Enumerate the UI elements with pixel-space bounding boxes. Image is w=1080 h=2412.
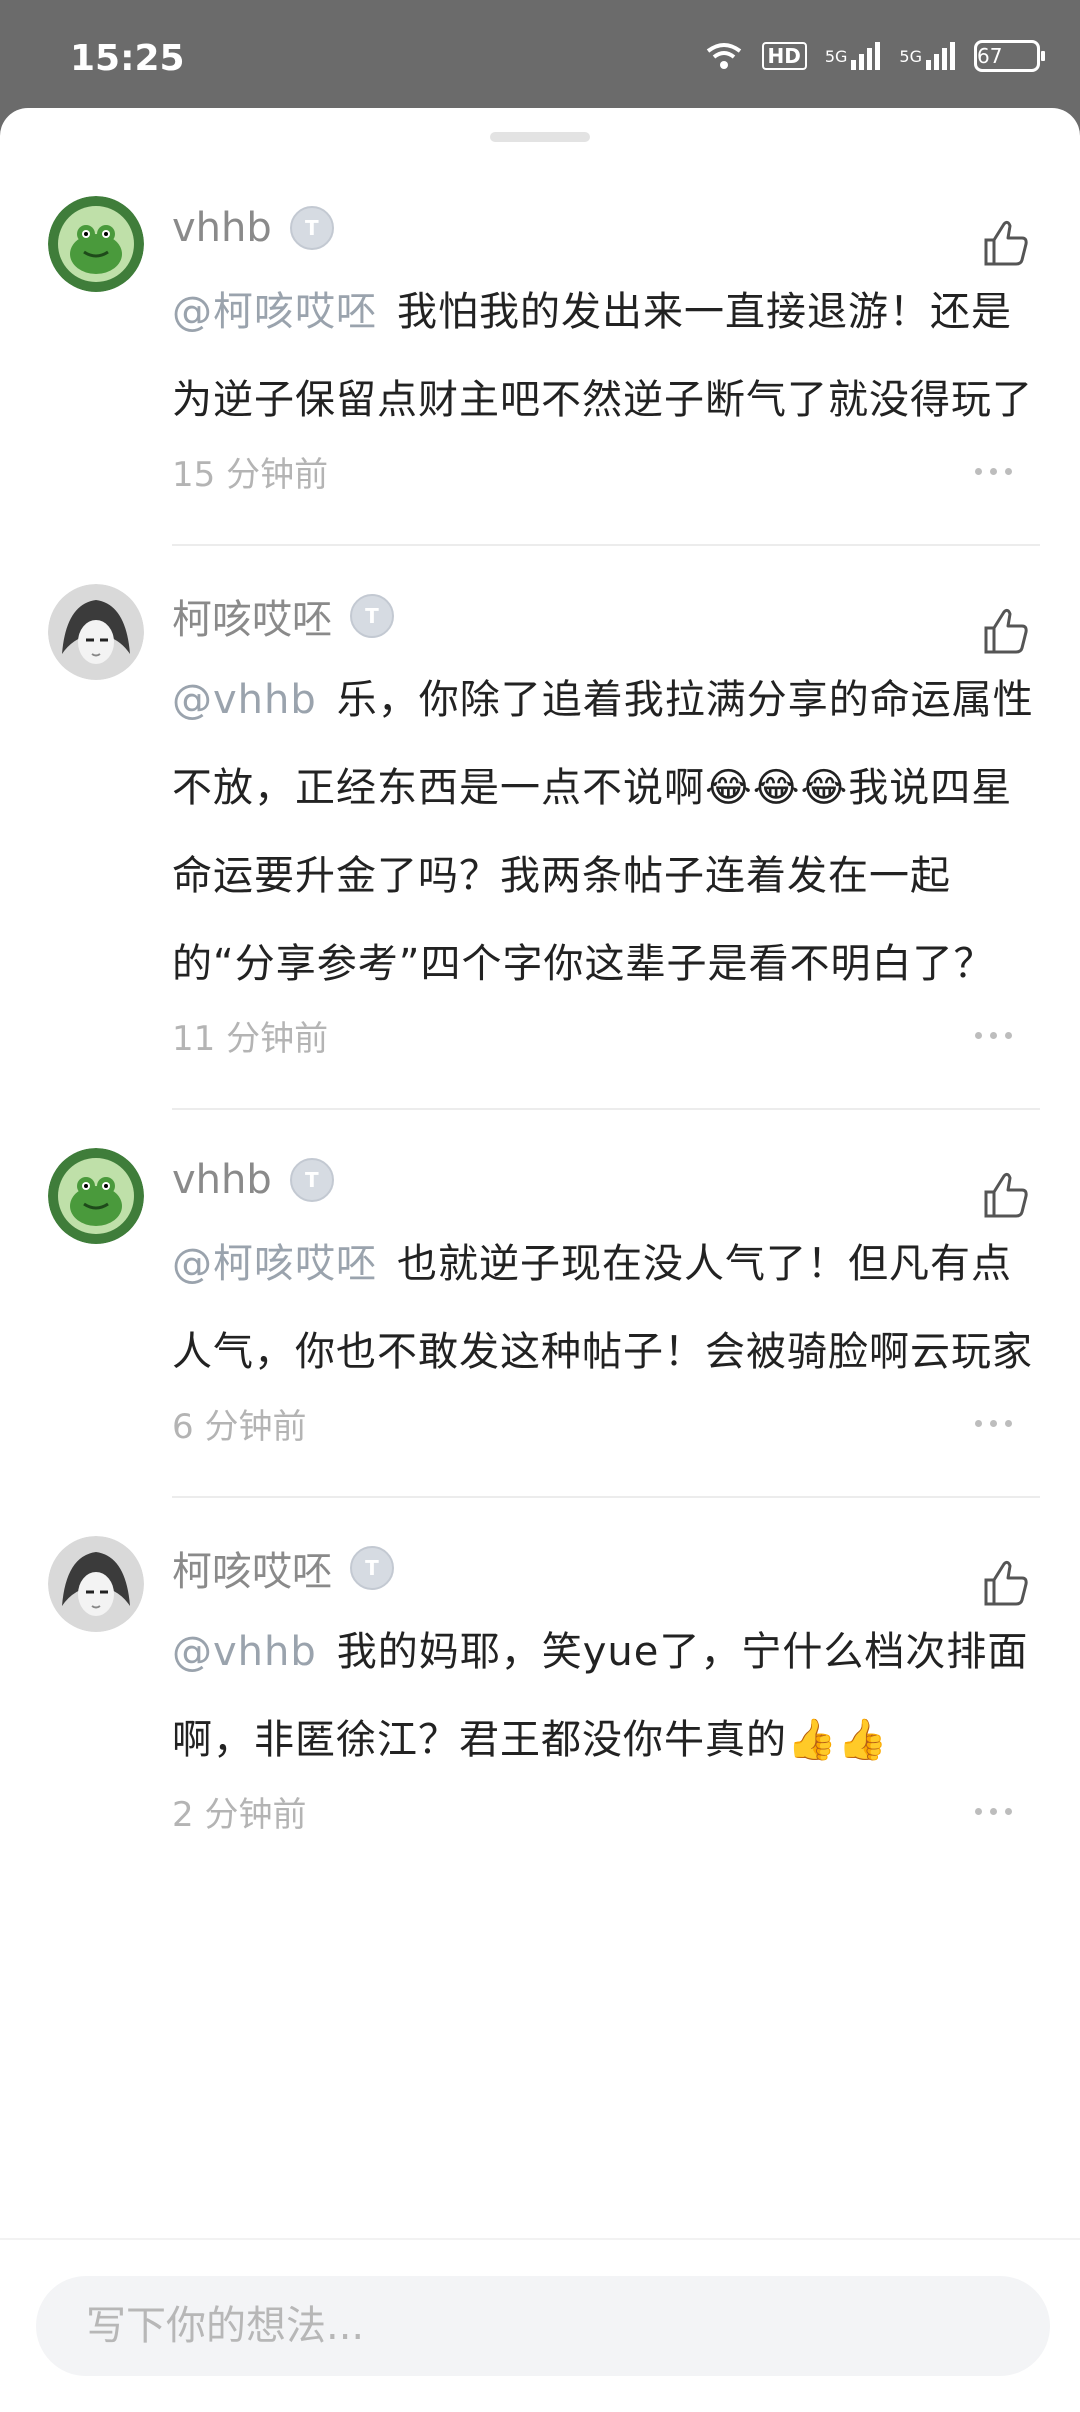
username[interactable]: 柯咳哎呸 bbox=[172, 1539, 332, 1597]
divider bbox=[172, 1108, 1040, 1110]
thumbs-up-icon[interactable] bbox=[978, 216, 1032, 270]
comment-header: 柯咳哎呸 T bbox=[172, 1528, 1040, 1608]
comment-list: vhhb T @柯咳哎呸 我怕我的发出来一直接退游！还是为逆子保留点财主吧不然逆子… bbox=[0, 188, 1080, 1844]
more-options-icon[interactable] bbox=[975, 1419, 1012, 1427]
mention-link[interactable]: @vhhb bbox=[172, 1629, 317, 1675]
anime-girl-avatar-icon bbox=[48, 584, 144, 680]
more-options-icon[interactable] bbox=[975, 467, 1012, 475]
timestamp: 11 分钟前 bbox=[172, 1018, 329, 1059]
comment-item: 柯咳哎呸 T @vhhb 我的妈耶，笑yue了，宁什么档次排面啊，非匿徐江？君王都… bbox=[0, 1528, 1080, 1844]
green-frog-avatar-icon bbox=[48, 1148, 144, 1244]
level-badge: T bbox=[350, 1546, 394, 1590]
username[interactable]: vhhb bbox=[172, 205, 272, 251]
comment-composer bbox=[0, 2240, 1080, 2412]
battery-icon: 67 bbox=[974, 40, 1045, 72]
divider bbox=[172, 544, 1040, 546]
comment-meta: 11 分钟前 bbox=[172, 1002, 1040, 1068]
comment-item: 柯咳哎呸 T @vhhb 乐，你除了追着我拉满分享的命运属性不放，正经东西是一点不… bbox=[0, 576, 1080, 1110]
comment-content: @vhhb 我的妈耶，笑yue了，宁什么档次排面啊，非匿徐江？君王都没你牛真的👍👍 bbox=[172, 1608, 1040, 1784]
level-badge: T bbox=[350, 594, 394, 638]
mention-link[interactable]: @vhhb bbox=[172, 677, 317, 723]
thumbs-up-icon[interactable] bbox=[978, 604, 1032, 658]
status-bar: 15:25 HD 5G 5G 67 bbox=[0, 0, 1080, 120]
comment-meta: 15 分钟前 bbox=[172, 438, 1040, 504]
drag-handle[interactable] bbox=[490, 132, 590, 142]
signal-icon-2: 5G bbox=[899, 42, 956, 70]
signal-icon-1: 5G bbox=[825, 42, 882, 70]
timestamp: 2 分钟前 bbox=[172, 1794, 307, 1835]
comment-item: vhhb T @柯咳哎呸 我怕我的发出来一直接退游！还是为逆子保留点财主吧不然逆子… bbox=[0, 188, 1080, 546]
avatar[interactable] bbox=[48, 1148, 144, 1244]
comment-content: @柯咳哎呸 我怕我的发出来一直接退游！还是为逆子保留点财主吧不然逆子断气了就没得玩… bbox=[172, 268, 1040, 444]
comment-input[interactable] bbox=[36, 2276, 1050, 2376]
comment-content: @vhhb 乐，你除了追着我拉满分享的命运属性不放，正经东西是一点不说啊😂😂😂我说… bbox=[172, 656, 1040, 1008]
comment-meta: 6 分钟前 bbox=[172, 1390, 1040, 1456]
hd-voice-icon: HD bbox=[761, 42, 807, 70]
username[interactable]: vhhb bbox=[172, 1157, 272, 1203]
comment-text: 乐，你除了追着我拉满分享的命运属性不放，正经东西是一点不说啊😂😂😂我说四星命运要… bbox=[172, 677, 1034, 987]
anime-girl-avatar-icon bbox=[48, 1536, 144, 1632]
level-badge: T bbox=[289, 1158, 334, 1202]
mention-link[interactable]: @柯咳哎呸 bbox=[172, 1241, 377, 1287]
comment-meta: 2 分钟前 bbox=[172, 1778, 1040, 1844]
mention-link[interactable]: @柯咳哎呸 bbox=[172, 289, 377, 335]
timestamp: 6 分钟前 bbox=[172, 1406, 307, 1447]
avatar[interactable] bbox=[48, 1536, 144, 1632]
timestamp: 15 分钟前 bbox=[172, 454, 329, 495]
network-type-1: 5G bbox=[824, 46, 848, 66]
network-type-2: 5G bbox=[899, 46, 922, 66]
level-badge: T bbox=[289, 206, 334, 250]
avatar[interactable] bbox=[48, 196, 144, 292]
comment-content: @柯咳哎呸 也就逆子现在没人气了！但凡有点人气，你也不敢发这种帖子！会被骑脸啊云玩… bbox=[172, 1220, 1040, 1396]
thumbs-up-icon[interactable] bbox=[978, 1556, 1032, 1610]
more-options-icon[interactable] bbox=[975, 1031, 1012, 1039]
comment-header: 柯咳哎呸 T bbox=[172, 576, 1040, 656]
wifi-icon bbox=[704, 41, 744, 71]
more-options-icon[interactable] bbox=[975, 1807, 1012, 1815]
thumbs-up-icon[interactable] bbox=[978, 1168, 1032, 1222]
comments-sheet: vhhb T @柯咳哎呸 我怕我的发出来一直接退游！还是为逆子保留点财主吧不然逆子… bbox=[0, 108, 1080, 2412]
status-time: 15:25 bbox=[70, 38, 185, 79]
divider bbox=[172, 1496, 1040, 1498]
avatar[interactable] bbox=[48, 584, 144, 680]
green-frog-avatar-icon bbox=[48, 196, 144, 292]
username[interactable]: 柯咳哎呸 bbox=[172, 587, 332, 645]
comment-header: vhhb T bbox=[172, 1140, 1040, 1220]
status-icons: HD 5G 5G 67 bbox=[704, 40, 1045, 72]
comment-item: vhhb T @柯咳哎呸 也就逆子现在没人气了！但凡有点人气，你也不敢发这种帖子！… bbox=[0, 1140, 1080, 1498]
comment-header: vhhb T bbox=[172, 188, 1040, 268]
